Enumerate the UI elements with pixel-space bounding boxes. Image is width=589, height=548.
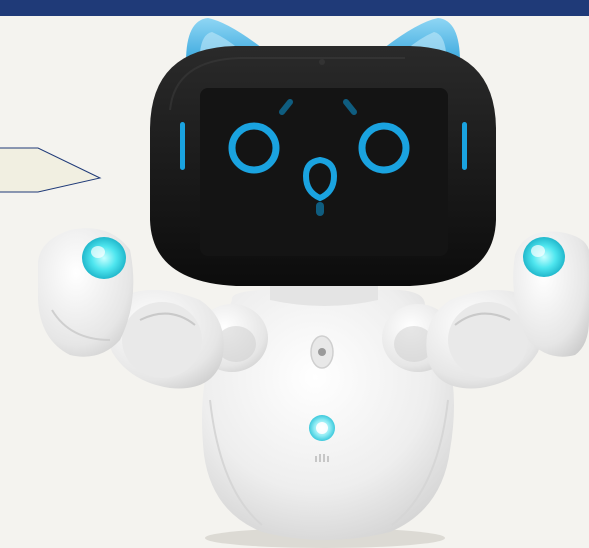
stage <box>0 0 589 548</box>
neck-button <box>310 335 334 369</box>
robot-illustration <box>0 18 589 548</box>
left-hand-light <box>82 237 126 279</box>
right-hand-light <box>523 237 565 277</box>
head-camera <box>319 59 325 65</box>
face-screen <box>200 88 448 256</box>
speech-bubble <box>0 147 102 193</box>
